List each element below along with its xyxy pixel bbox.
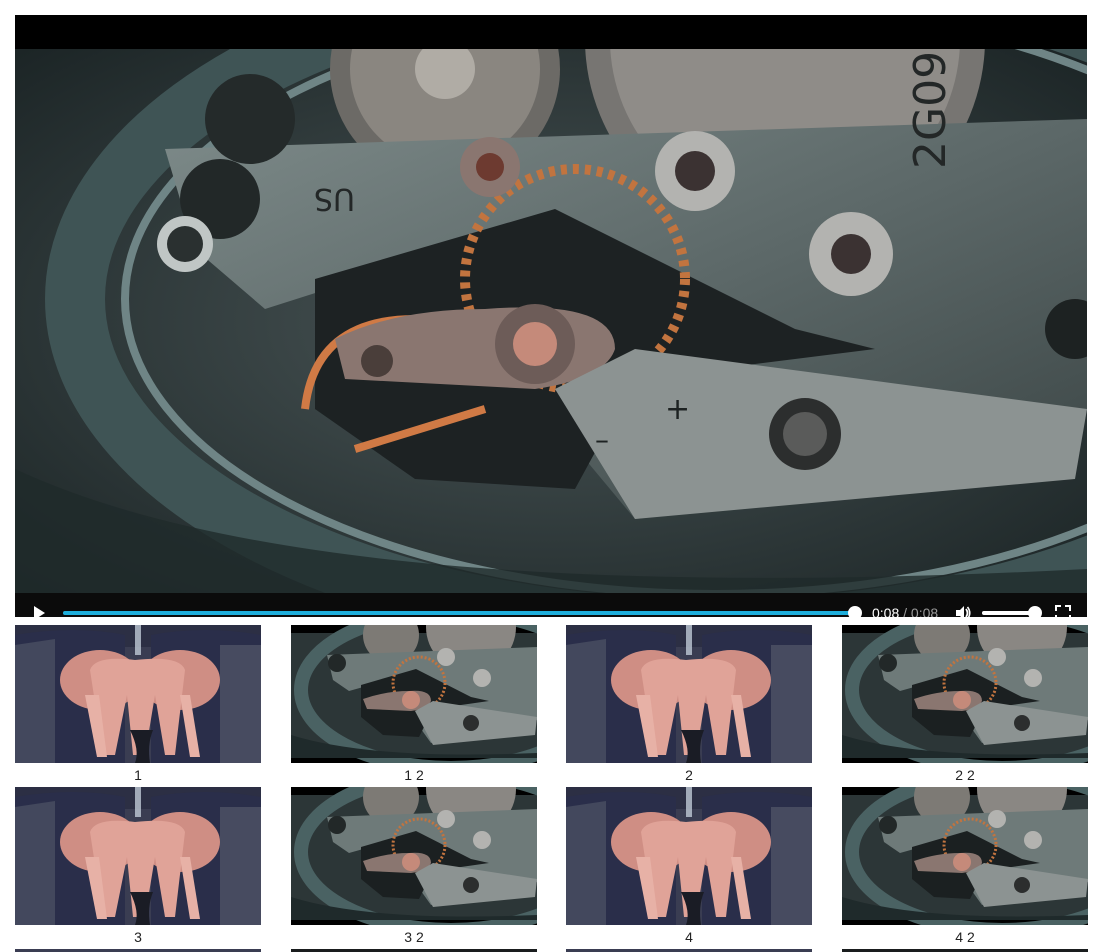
thumbnail-watch-movement[interactable] xyxy=(291,787,537,925)
current-time: 0:08 xyxy=(872,605,900,617)
volume-slider[interactable] xyxy=(982,606,1042,617)
video-frame-watch-movement[interactable]: + – 2G09.HA US xyxy=(15,49,1087,593)
playlist-item[interactable]: 2 2 xyxy=(842,625,1088,783)
thumbnail-watch-movement[interactable] xyxy=(291,625,537,763)
playlist-item[interactable]: 4 2 xyxy=(842,787,1088,945)
thumbnail-watch-movement[interactable] xyxy=(842,625,1088,763)
duration: 0:08 xyxy=(910,605,939,617)
playlist-item-caption: 1 2 xyxy=(404,767,424,783)
progress-bar[interactable] xyxy=(63,606,862,617)
playlist-item-caption: 1 xyxy=(134,767,142,783)
playlist-item-caption: 4 2 xyxy=(955,929,975,945)
play-button[interactable] xyxy=(27,601,51,617)
playlist-item-caption: 2 2 xyxy=(955,767,975,783)
thumbnail-hands-washing[interactable] xyxy=(15,625,261,763)
time-separator: / xyxy=(903,605,908,617)
svg-text:–: – xyxy=(595,423,609,456)
thumbnail-watch-movement[interactable] xyxy=(842,787,1088,925)
playlist-item-caption: 4 xyxy=(685,929,693,945)
progress-fill xyxy=(63,611,855,615)
svg-text:+: + xyxy=(665,392,690,427)
playlist-item-caption: 3 2 xyxy=(404,929,424,945)
video-player[interactable]: + – 2G09.HA US 0:08 / 0:08 xyxy=(15,15,1087,617)
svg-text:US: US xyxy=(314,181,355,216)
thumbnail-hands-washing[interactable] xyxy=(15,787,261,925)
playlist-item[interactable]: 3 xyxy=(15,787,261,945)
progress-handle[interactable] xyxy=(848,606,862,617)
volume-icon xyxy=(956,606,971,617)
playlist-item[interactable]: 1 xyxy=(15,625,261,783)
volume-handle[interactable] xyxy=(1028,606,1042,617)
fullscreen-icon xyxy=(1055,605,1071,617)
playlist-item-caption: 3 xyxy=(134,929,142,945)
svg-text:2G09.HA: 2G09.HA xyxy=(905,49,956,169)
playlist-item-caption: 2 xyxy=(685,767,693,783)
time-display: 0:08 / 0:08 xyxy=(872,605,938,617)
playlist-item[interactable]: 1 2 xyxy=(291,625,537,783)
thumbnail-hands-washing[interactable] xyxy=(566,787,812,925)
play-icon xyxy=(34,606,45,617)
control-bar: 0:08 / 0:08 xyxy=(15,593,1087,617)
playlist-item[interactable]: 3 2 xyxy=(291,787,537,945)
mute-button[interactable] xyxy=(951,601,975,617)
playlist-item[interactable]: 2 xyxy=(566,625,812,783)
fullscreen-button[interactable] xyxy=(1051,601,1075,617)
playlist-item[interactable]: 4 xyxy=(566,787,812,945)
thumbnail-hands-washing[interactable] xyxy=(566,625,812,763)
